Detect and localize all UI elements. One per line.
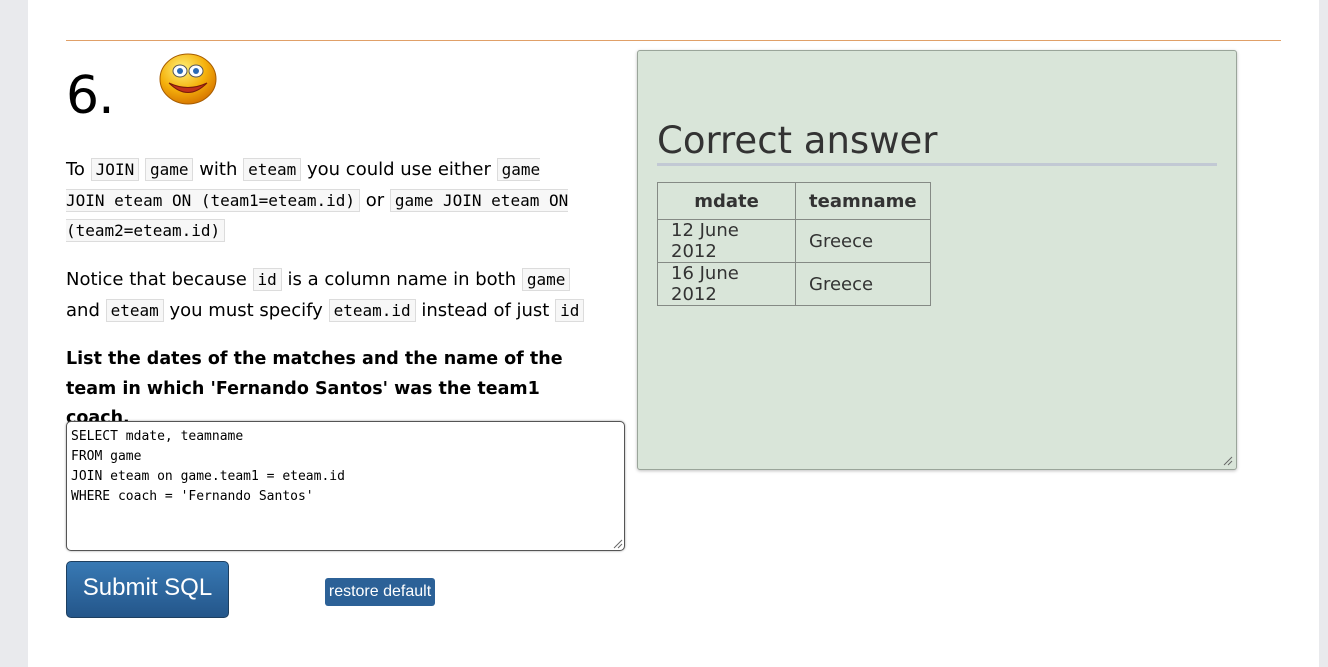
text: you must specify — [163, 299, 329, 321]
resize-grip-icon[interactable] — [1223, 456, 1233, 466]
code-game: game — [144, 158, 194, 181]
table-header-row: mdate teamname — [657, 182, 931, 220]
smiley-face-icon — [159, 53, 217, 105]
code-eteam: eteam — [243, 158, 302, 181]
text: To — [66, 159, 91, 180]
submit-sql-button[interactable]: Submit SQL — [66, 561, 229, 618]
result-table: mdate teamname 12 June 2012 Greece 16 Ju… — [657, 182, 931, 306]
answer-panel: Correct answer mdate teamname 12 June 20… — [637, 50, 1237, 470]
table-cell: 16 June 2012 — [657, 262, 796, 306]
table-row: 16 June 2012 Greece — [657, 262, 931, 306]
code-eteam: eteam — [105, 298, 164, 322]
question-number: 6. — [66, 66, 115, 126]
text: or — [359, 189, 390, 211]
table-cell: Greece — [795, 262, 931, 306]
code-join: JOIN — [90, 158, 140, 181]
instruction-paragraph-2: Notice that because id is a column name … — [66, 265, 586, 326]
table-cell: 12 June 2012 — [657, 219, 796, 263]
text: Notice that because — [66, 269, 253, 290]
restore-default-button[interactable]: restore default — [325, 578, 435, 606]
table-cell: Greece — [795, 219, 931, 263]
sql-editor[interactable]: SELECT mdate, teamname FROM game JOIN et… — [66, 421, 625, 551]
code-id: id — [555, 298, 585, 322]
text: is a column name in both — [281, 269, 522, 290]
column-header: teamname — [795, 182, 931, 220]
resize-grip-icon[interactable] — [613, 539, 623, 549]
code-game: game — [521, 268, 571, 291]
table-row: 12 June 2012 Greece — [657, 219, 931, 263]
instruction-paragraph-1: To JOIN game with eteam you could use ei… — [66, 155, 586, 247]
text: and — [66, 299, 106, 321]
answer-heading: Correct answer — [657, 119, 1217, 166]
column-header: mdate — [657, 182, 796, 220]
divider — [66, 40, 1281, 41]
text: you could use either — [301, 159, 497, 180]
code-id: id — [252, 268, 282, 291]
text: with — [193, 159, 244, 180]
text: instead of just — [415, 299, 556, 321]
code-eteam-id: eteam.id — [328, 298, 416, 322]
page: 6. To JOIN game with eteam you could use… — [28, 0, 1319, 667]
